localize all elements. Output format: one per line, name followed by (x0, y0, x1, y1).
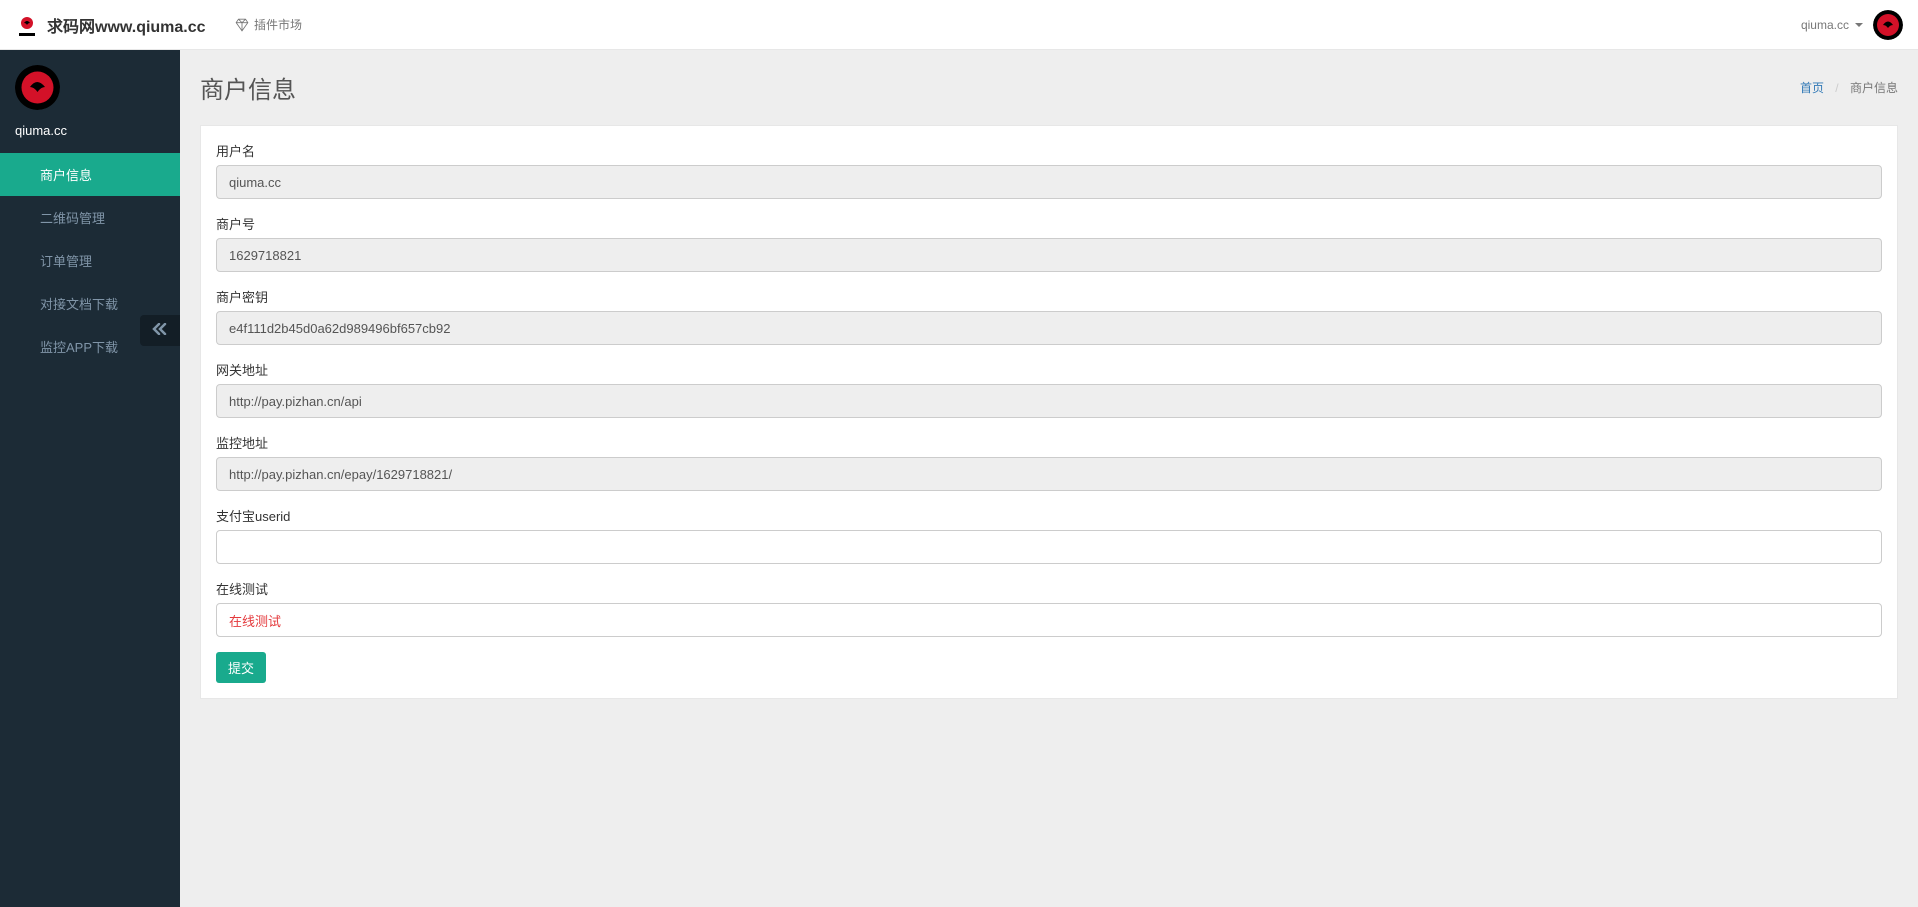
sidebar-profile: qiuma.cc (0, 50, 180, 153)
form-group-username: 用户名 (216, 141, 1882, 199)
top-right: qiuma.cc (1801, 10, 1903, 40)
online-test-box: 在线测试 (216, 603, 1882, 637)
user-avatar-icon[interactable] (1873, 10, 1903, 40)
form-group-merchant-id: 商户号 (216, 214, 1882, 272)
sidebar-avatar-icon (15, 65, 60, 110)
username-label: 用户名 (216, 141, 1882, 160)
form-group-merchant-key: 商户密钥 (216, 287, 1882, 345)
form-group-gateway: 网关地址 (216, 360, 1882, 418)
merchant-id-label: 商户号 (216, 214, 1882, 233)
sidebar-item-merchant-info[interactable]: 商户信息 (0, 153, 180, 196)
breadcrumb: 首页 / 商户信息 (1800, 79, 1898, 96)
gateway-label: 网关地址 (216, 360, 1882, 379)
top-header: 求码网www.qiuma.cc 插件市场 qiuma.cc (0, 0, 1918, 50)
monitor-field (216, 457, 1882, 491)
merchant-key-field (216, 311, 1882, 345)
user-dropdown[interactable]: qiuma.cc (1801, 18, 1863, 32)
form-group-online-test: 在线测试 在线测试 (216, 579, 1882, 637)
page-header: 商户信息 首页 / 商户信息 (200, 70, 1898, 105)
merchant-id-field (216, 238, 1882, 272)
sidebar-item-qrcode[interactable]: 二维码管理 (0, 196, 180, 239)
diamond-icon (235, 18, 249, 32)
breadcrumb-home-link[interactable]: 首页 (1800, 81, 1824, 95)
username-field (216, 165, 1882, 199)
chevron-double-left-icon (152, 323, 168, 335)
merchant-key-label: 商户密钥 (216, 287, 1882, 306)
alipay-userid-label: 支付宝userid (216, 506, 1882, 525)
brand-logo-icon (15, 13, 39, 37)
plugin-market-label: 插件市场 (254, 16, 302, 33)
sidebar-collapse-button[interactable] (140, 315, 180, 346)
online-test-label: 在线测试 (216, 579, 1882, 598)
gateway-field (216, 384, 1882, 418)
form-panel: 用户名 商户号 商户密钥 网关地址 监控地址 支付宝userid 在线测试 在线… (200, 125, 1898, 699)
brand-section: 求码网www.qiuma.cc (15, 13, 235, 37)
page-title: 商户信息 (200, 70, 296, 105)
breadcrumb-separator: / (1835, 81, 1838, 95)
sidebar: qiuma.cc 商户信息 二维码管理 订单管理 对接文档下载 监控APP下载 (0, 50, 180, 907)
brand-text: 求码网www.qiuma.cc (47, 13, 206, 37)
sidebar-item-orders[interactable]: 订单管理 (0, 239, 180, 282)
breadcrumb-current: 商户信息 (1850, 81, 1898, 95)
chevron-down-icon (1855, 23, 1863, 27)
submit-button[interactable]: 提交 (216, 652, 266, 683)
online-test-link[interactable]: 在线测试 (229, 611, 281, 630)
user-dropdown-label: qiuma.cc (1801, 18, 1849, 32)
form-group-monitor: 监控地址 (216, 433, 1882, 491)
sidebar-username: qiuma.cc (15, 123, 165, 138)
main-content: 商户信息 首页 / 商户信息 用户名 商户号 商户密钥 网关地址 监控地址 (180, 50, 1918, 719)
form-group-alipay-userid: 支付宝userid (216, 506, 1882, 564)
alipay-userid-field[interactable] (216, 530, 1882, 564)
monitor-label: 监控地址 (216, 433, 1882, 452)
plugin-market-link[interactable]: 插件市场 (235, 16, 302, 33)
